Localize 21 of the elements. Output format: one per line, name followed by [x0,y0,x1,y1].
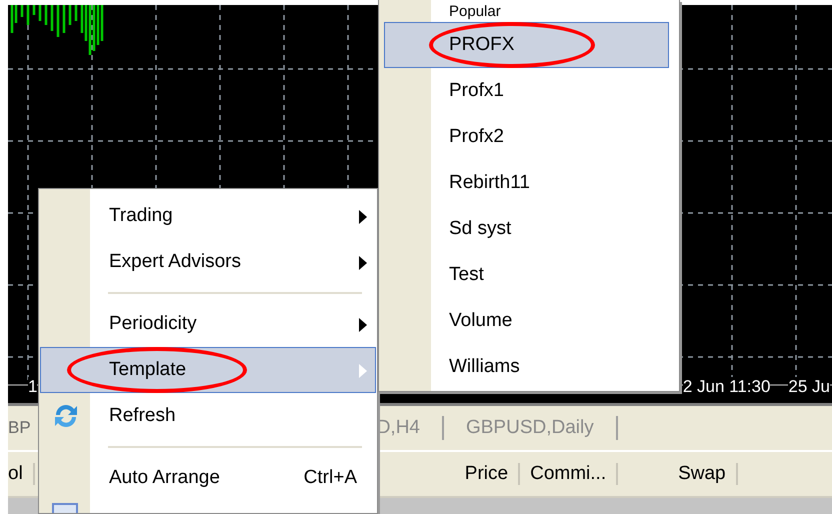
menu-item[interactable]: Trading [40,193,376,239]
menu-item[interactable]: Test [384,252,669,298]
column-header[interactable]: ol [8,463,35,485]
chart-tab[interactable]: BP [8,418,33,438]
toolbar-icon [52,503,78,513]
menu-item[interactable]: Popular [384,0,669,22]
menu-item[interactable]: Williams [384,344,669,390]
menu-item[interactable]: Profx2 [384,114,669,160]
menu-item[interactable]: Template [40,347,376,393]
menu-item[interactable]: PROFX [384,22,669,68]
column-header[interactable]: Price [454,463,520,485]
column-header[interactable]: Swap [618,463,738,485]
menu-item[interactable]: Periodicity [40,301,376,347]
menu-item[interactable]: Profx1 [384,68,669,114]
menu-item[interactable]: Volume [384,298,669,344]
menu-item[interactable]: Refresh [40,393,376,439]
menu-item[interactable]: Sd syst [384,206,669,252]
column-header[interactable]: Commi... [520,463,618,485]
menu-item[interactable]: Rebirth11 [384,160,669,206]
menu-item[interactable]: Expert Advisors [40,239,376,285]
menu-item[interactable]: Auto Arrange Ctrl+A [40,455,376,501]
